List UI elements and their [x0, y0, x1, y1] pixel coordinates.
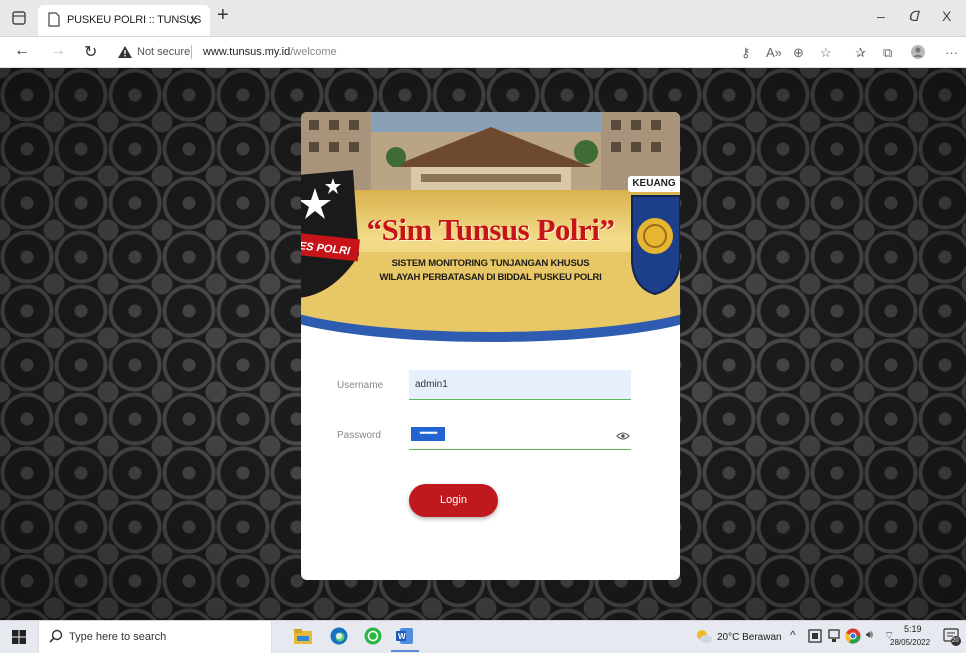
polri-badge-icon: ES POLRI [301, 170, 363, 305]
file-explorer-icon[interactable] [294, 628, 312, 649]
browser-tab[interactable]: PUSKEU POLRI :: TUNSUS x [38, 5, 210, 36]
address-separator [191, 45, 192, 59]
collections-icon[interactable]: ⧉ [883, 45, 892, 61]
security-status[interactable]: Not secure [137, 46, 190, 58]
page-background: ES POLRI KEUANG “Sim Tunsus Polri” SISTE… [0, 68, 966, 620]
show-password-eye-icon[interactable] [616, 428, 630, 446]
clock-time[interactable]: 5:19 [904, 624, 922, 634]
close-window-button[interactable]: X [942, 8, 951, 24]
search-placeholder: Type here to search [69, 631, 167, 643]
svg-text:W: W [398, 632, 406, 641]
weather-status[interactable]: 20°C Berawan [717, 632, 782, 643]
whatsapp-icon[interactable] [364, 627, 382, 650]
clock-date[interactable]: 28/05/2022 [890, 638, 930, 647]
username-label: Username [337, 380, 384, 391]
favorites-icon[interactable]: ✰ [855, 45, 866, 61]
new-tab-button[interactable]: + [217, 4, 229, 27]
restore-button[interactable]: ᗡ [908, 8, 919, 25]
edge-browser-icon[interactable] [330, 627, 348, 650]
add-favorite-icon[interactable]: ☆ [820, 45, 832, 61]
forward-icon[interactable]: → [50, 42, 66, 60]
tray-app-icon[interactable] [808, 629, 822, 648]
url-path: /welcome [290, 46, 337, 58]
chrome-tray-icon[interactable] [845, 628, 861, 649]
login-card: ES POLRI KEUANG “Sim Tunsus Polri” SISTE… [301, 112, 680, 580]
back-icon[interactable]: ← [14, 42, 30, 60]
zoom-icon[interactable]: ⊕ [793, 45, 804, 61]
windows-start-icon[interactable] [12, 630, 26, 649]
tab-close-button[interactable]: x [190, 11, 197, 27]
taskbar: Type here to search W 20°C Berawan ^ 🔊︎ … [0, 620, 966, 653]
banner: ES POLRI KEUANG “Sim Tunsus Polri” SISTE… [301, 112, 680, 342]
weather-icon[interactable] [695, 628, 713, 649]
password-label: Password [337, 430, 381, 441]
refresh-icon[interactable]: ↻ [84, 42, 97, 62]
keuangan-tag: KEUANG [628, 176, 680, 192]
read-aloud-icon[interactable]: A» [766, 45, 782, 60]
more-menu-button[interactable]: ··· [945, 45, 958, 60]
tray-expand-chevron-icon[interactable]: ^ [790, 628, 796, 642]
volume-icon[interactable]: 🔊︎ [866, 629, 873, 642]
login-button[interactable]: Login [409, 484, 498, 517]
username-input[interactable] [409, 370, 631, 400]
browser-tab-bar: PUSKEU POLRI :: TUNSUS x + – ᗡ X [0, 0, 966, 37]
minimize-button[interactable]: – [877, 8, 885, 24]
key-icon[interactable]: ⚷ [741, 45, 751, 61]
url-field[interactable]: www.tunsus.my.id/welcome [203, 46, 337, 58]
taskbar-search-box[interactable]: Type here to search [38, 621, 272, 653]
tab-title: PUSKEU POLRI :: TUNSUS [67, 14, 202, 26]
keuangan-shield-icon [628, 192, 680, 301]
page-icon [48, 12, 60, 32]
network-icon[interactable] [828, 629, 840, 648]
tab-actions-icon[interactable] [10, 9, 28, 27]
notification-count: 20 [952, 638, 959, 644]
profile-avatar-icon[interactable] [911, 45, 925, 62]
word-icon[interactable]: W [396, 627, 414, 650]
url-host: www.tunsus.my.id [203, 46, 291, 58]
search-icon [49, 629, 63, 648]
password-value-selected: •••••••• [411, 427, 445, 441]
address-bar: ← → ↻ Not secure www.tunsus.my.id/welcom… [0, 37, 966, 68]
warning-icon[interactable] [118, 45, 132, 63]
